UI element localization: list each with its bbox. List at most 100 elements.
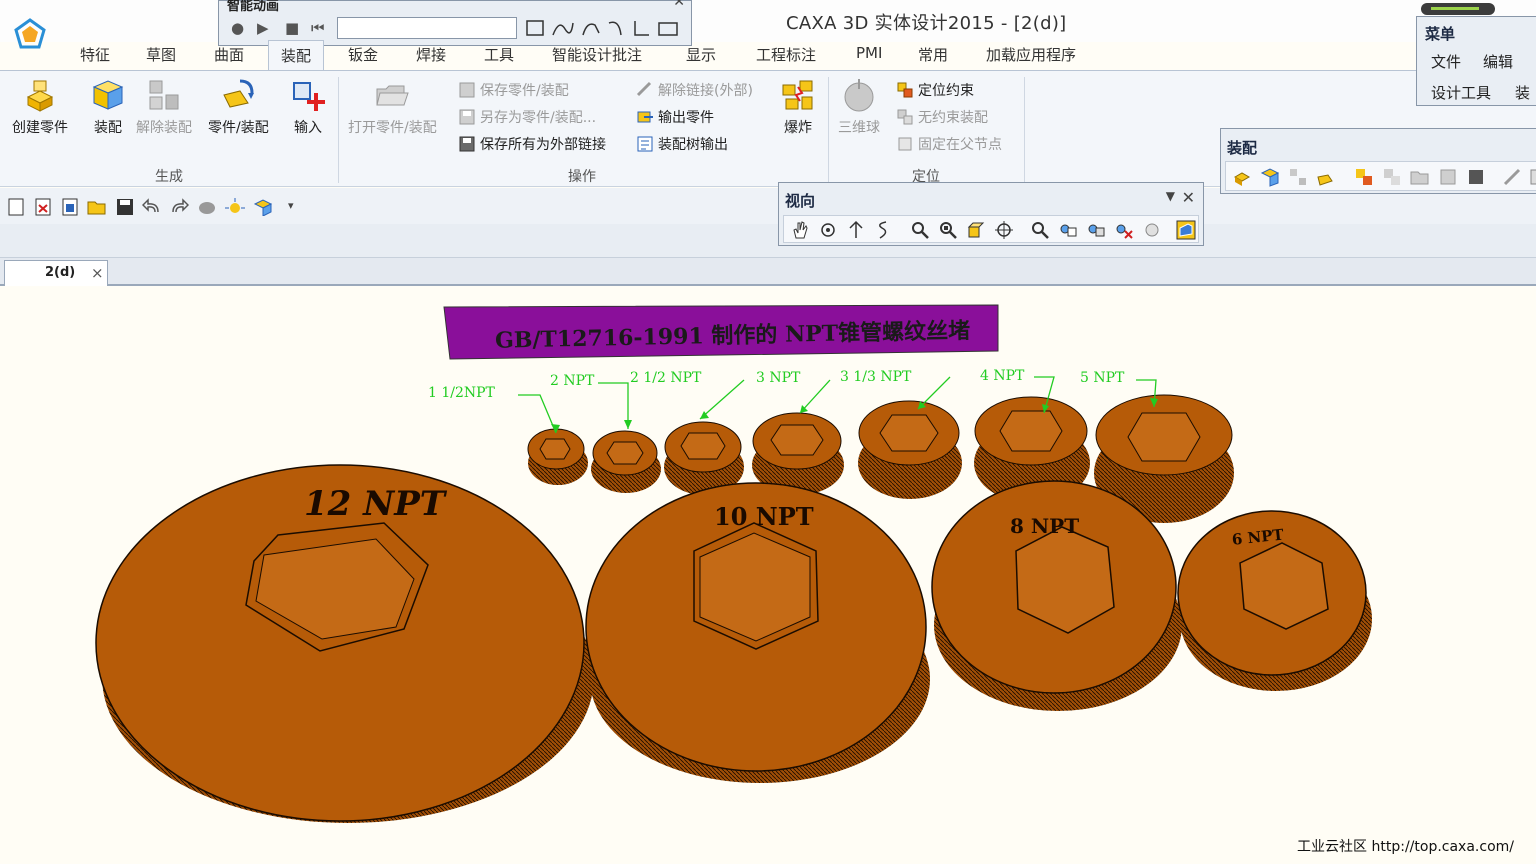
disassemble-button[interactable]: 解除装配 xyxy=(136,77,192,137)
plug-3-1-3-npt[interactable] xyxy=(858,400,962,499)
undo-icon[interactable] xyxy=(142,198,162,216)
unlink-icon[interactable] xyxy=(1502,167,1522,187)
record-icon[interactable]: ● xyxy=(231,19,244,37)
part-assembly-button[interactable]: 零件/装配 xyxy=(208,77,269,137)
label-10-npt: 10 NPT xyxy=(714,502,814,531)
save-part-assembly-button[interactable]: 保存零件/装配 xyxy=(458,79,569,101)
export-part-icon[interactable] xyxy=(1528,167,1536,187)
assembly-icon[interactable] xyxy=(253,198,273,216)
plug-8-npt[interactable]: 8 NPT xyxy=(931,480,1182,711)
label-1-1-2-npt: 1 1/2NPT xyxy=(428,385,496,401)
create-part-icon[interactable] xyxy=(1232,167,1252,187)
tab-surface[interactable]: 曲面 xyxy=(214,44,244,65)
assembly-tree-export-button[interactable]: 装配树输出 xyxy=(636,133,728,155)
zoom-window-icon[interactable] xyxy=(938,220,958,240)
tab-assembly[interactable]: 装配 xyxy=(268,40,325,71)
tab-pmi[interactable]: PMI xyxy=(856,44,882,62)
pan-hand-icon[interactable] xyxy=(790,220,810,240)
unlink-external-button[interactable]: 解除链接(外部) xyxy=(636,79,753,101)
plug-6-npt[interactable]: 6 NPT xyxy=(1177,510,1372,691)
menu-edit[interactable]: 编辑 xyxy=(1483,51,1513,72)
view-panel[interactable]: 视向 ▼ ✕ xyxy=(778,182,1204,246)
dynamic-zoom-icon[interactable] xyxy=(874,220,894,240)
redo-icon[interactable] xyxy=(169,198,189,216)
tab-sketch[interactable]: 草图 xyxy=(146,44,176,65)
3d-ball-button[interactable]: 三维球 xyxy=(838,77,880,137)
plug-1-1-2-npt[interactable] xyxy=(527,428,588,485)
group-divider xyxy=(338,77,339,183)
view-delete-icon[interactable] xyxy=(1114,220,1134,240)
unconstrained-assembly-icon[interactable] xyxy=(1382,167,1402,187)
new-file-icon[interactable] xyxy=(6,198,26,216)
play-icon[interactable]: ▶ xyxy=(257,19,269,37)
new-design-icon[interactable] xyxy=(60,198,80,216)
save-all-external-links-button[interactable]: 保存所有为外部链接 xyxy=(458,133,606,155)
render-icon[interactable] xyxy=(197,198,217,216)
save-icon[interactable] xyxy=(115,198,135,216)
plug-12-npt[interactable]: 12 NPT xyxy=(95,464,594,823)
view-back-icon[interactable] xyxy=(1086,220,1106,240)
menu-file[interactable]: 文件 xyxy=(1431,51,1461,72)
tab-welding[interactable]: 焊接 xyxy=(416,44,446,65)
save-part-assembly-label: 保存零件/装配 xyxy=(480,83,569,99)
orbit-icon[interactable] xyxy=(818,220,838,240)
open-part-assembly-button[interactable]: 打开零件/装配 xyxy=(348,77,437,137)
open-folder-icon[interactable] xyxy=(1410,167,1430,187)
tab-feature[interactable]: 特征 xyxy=(80,44,110,65)
tab-tools[interactable]: 工具 xyxy=(484,44,514,65)
part-assembly-icon[interactable] xyxy=(1316,167,1336,187)
save-icon[interactable] xyxy=(1438,167,1458,187)
view-front-icon[interactable] xyxy=(1058,220,1078,240)
save-as-part-assembly-button[interactable]: 另存为零件/装配... xyxy=(458,106,596,128)
close-icon[interactable]: ✕ xyxy=(673,0,685,10)
rewind-icon[interactable]: ⏮ xyxy=(311,19,325,37)
customize-toolbar-dropdown[interactable]: ▾ xyxy=(288,199,294,212)
create-part-label: 创建零件 xyxy=(12,120,68,136)
zoom-icon[interactable] xyxy=(910,220,930,240)
menu-panel[interactable]: 菜单 文件 编辑 设计工具 装 xyxy=(1416,3,1536,106)
export-part-button[interactable]: 输出零件 xyxy=(636,106,714,128)
import-button[interactable]: 输入 xyxy=(290,77,326,137)
tab-engineering-annotation[interactable]: 工程标注 xyxy=(756,44,816,65)
move-up-icon[interactable] xyxy=(846,220,866,240)
window-title: CAXA 3D 实体设计2015 - [2(d)] xyxy=(786,13,1067,34)
save-all-icon[interactable] xyxy=(1466,167,1486,187)
assembly-button[interactable]: 装配 xyxy=(90,77,126,137)
open-icon[interactable] xyxy=(87,198,107,216)
assembly-icon[interactable] xyxy=(1260,167,1280,187)
view-previous-icon[interactable] xyxy=(1142,220,1162,240)
animation-tools-icons[interactable] xyxy=(525,17,685,39)
3d-viewport[interactable]: GB/T12716-1991 制作的 NPT锥管螺纹丝堵 1 1/2NPT 2 … xyxy=(0,287,1536,864)
position-constraint-icon[interactable] xyxy=(1354,167,1374,187)
scene-canvas: GB/T12716-1991 制作的 NPT锥管螺纹丝堵 1 1/2NPT 2 … xyxy=(95,304,1372,823)
document-tab[interactable]: 2(d) × xyxy=(4,260,108,286)
plug-2-npt[interactable] xyxy=(591,430,661,493)
tab-sheet-metal[interactable]: 钣金 xyxy=(348,44,378,65)
tab-display[interactable]: 显示 xyxy=(686,44,716,65)
position-constraint-button[interactable]: 定位约束 xyxy=(896,79,974,101)
dropdown-icon[interactable]: ▼ xyxy=(1166,189,1175,203)
center-target-icon[interactable] xyxy=(994,220,1014,240)
light-icon[interactable] xyxy=(225,198,245,216)
close-icon[interactable]: ✕ xyxy=(1182,188,1195,207)
explode-button[interactable]: 爆炸 xyxy=(780,77,816,137)
tab-load-applications[interactable]: 加载应用程序 xyxy=(986,44,1076,65)
disassemble-icon[interactable] xyxy=(1288,167,1308,187)
new-drawing-icon[interactable] xyxy=(33,198,53,216)
menu-design-tools[interactable]: 设计工具 xyxy=(1431,82,1491,103)
plug-10-npt[interactable]: 10 NPT xyxy=(585,482,930,783)
close-icon[interactable]: × xyxy=(91,264,104,282)
zoom-fit-icon[interactable] xyxy=(1030,220,1050,240)
create-part-button[interactable]: 创建零件 xyxy=(12,77,68,137)
assembly-toolbar-panel[interactable]: 装配 xyxy=(1220,128,1536,194)
tab-smart-design-annotation[interactable]: 智能设计批注 xyxy=(552,44,642,65)
animation-timeline-slider[interactable] xyxy=(337,17,517,39)
disassemble-label: 解除装配 xyxy=(136,120,192,136)
view-cube-icon[interactable] xyxy=(966,220,986,240)
shaded-view-icon[interactable] xyxy=(1176,220,1196,240)
stop-icon[interactable]: ■ xyxy=(285,19,299,37)
unconstrained-assembly-button[interactable]: 无约束装配 xyxy=(896,106,988,128)
tab-common[interactable]: 常用 xyxy=(918,44,948,65)
menu-assembly-truncated[interactable]: 装 xyxy=(1515,82,1530,103)
fix-to-parent-button[interactable]: 固定在父节点 xyxy=(896,133,1002,155)
